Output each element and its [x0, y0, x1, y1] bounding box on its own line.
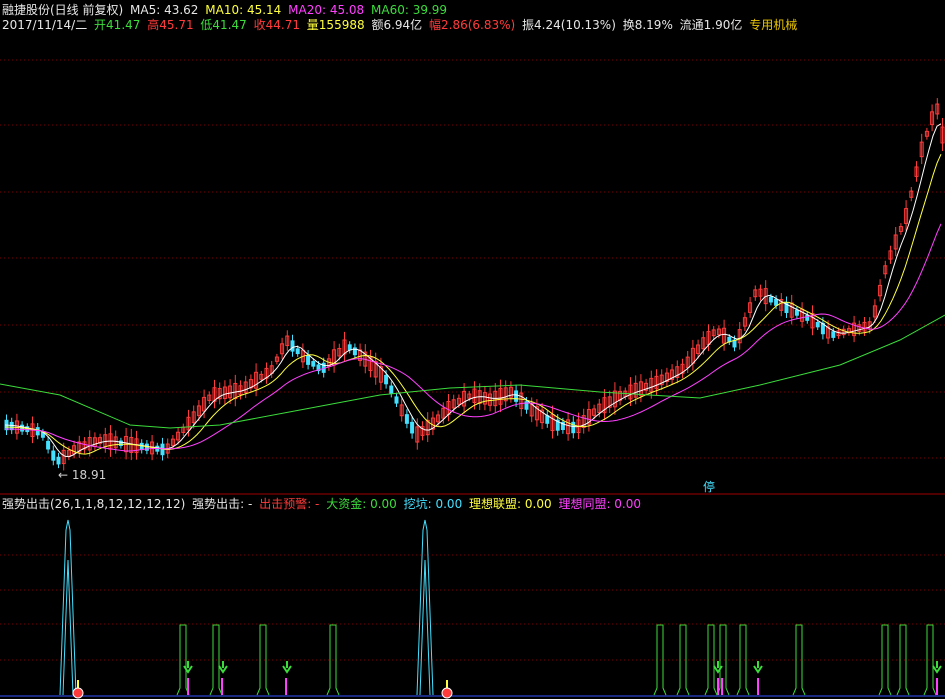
candle-body — [389, 385, 394, 394]
pulse-bracket — [923, 624, 937, 696]
candle-body — [768, 296, 773, 303]
buy-arrow-icon — [713, 661, 723, 674]
candle-body — [290, 340, 295, 352]
candle-body — [306, 355, 311, 365]
limit-stop-badge: 停 — [703, 480, 716, 494]
signal-spike — [416, 519, 434, 696]
indicator-bar: 强势出击(26,1,1,8,12,12,12,12) 强势出击: - 出击预警:… — [2, 497, 644, 512]
candle-body — [815, 321, 820, 328]
candle-body — [311, 361, 316, 367]
pulse-bracket — [676, 624, 690, 696]
candle-body — [514, 390, 519, 402]
pulse-bracket — [736, 624, 750, 696]
buy-arrow-icon — [932, 661, 942, 674]
kline-chart[interactable] — [0, 0, 945, 699]
pulse-bracket — [704, 624, 718, 696]
candle-body — [774, 298, 779, 306]
indicator-warn: 出击预警: - — [259, 497, 320, 511]
indicator-dig: 挖坑: 0.00 — [403, 497, 463, 511]
ma10-line — [4, 153, 942, 455]
candle-body — [46, 440, 51, 450]
candle-body — [56, 456, 61, 465]
pulse-bracket — [792, 624, 806, 696]
candle-body — [404, 414, 409, 424]
candle-body — [384, 374, 389, 385]
candle-body — [51, 450, 56, 461]
indicator-together: 理想同盟: 0.00 — [558, 497, 642, 511]
pulse-bracket — [896, 624, 910, 696]
indicator-label: 强势出击: - — [192, 497, 253, 511]
signal-spike — [59, 519, 77, 696]
indicator-bigfund: 大资金: 0.00 — [326, 497, 397, 511]
candle-body — [794, 309, 799, 316]
buy-arrow-icon — [753, 661, 763, 674]
low-price-label: ← 18.91 — [58, 468, 107, 482]
low-price-value: 18.91 — [71, 468, 107, 482]
candle-body — [394, 396, 399, 404]
pulse-bracket — [256, 624, 270, 696]
candle-body — [410, 421, 415, 434]
buy-arrow-icon — [282, 661, 292, 674]
ma60-line — [0, 314, 945, 429]
warn-circle-icon — [441, 687, 453, 699]
candle-body — [295, 348, 300, 355]
ma5-line — [4, 123, 942, 458]
buy-arrow-icon — [183, 661, 193, 674]
candle-body — [831, 331, 836, 338]
candle-body — [545, 415, 550, 424]
candle-body — [35, 427, 40, 436]
candle-body — [571, 421, 576, 434]
warn-circle-icon — [72, 687, 84, 699]
buy-arrow-icon — [218, 661, 228, 674]
indicator-name[interactable]: 强势出击(26,1,1,8,12,12,12,12) — [2, 497, 185, 511]
candle-body — [347, 344, 352, 351]
indicator-alliance: 理想联盟: 0.00 — [469, 497, 552, 511]
